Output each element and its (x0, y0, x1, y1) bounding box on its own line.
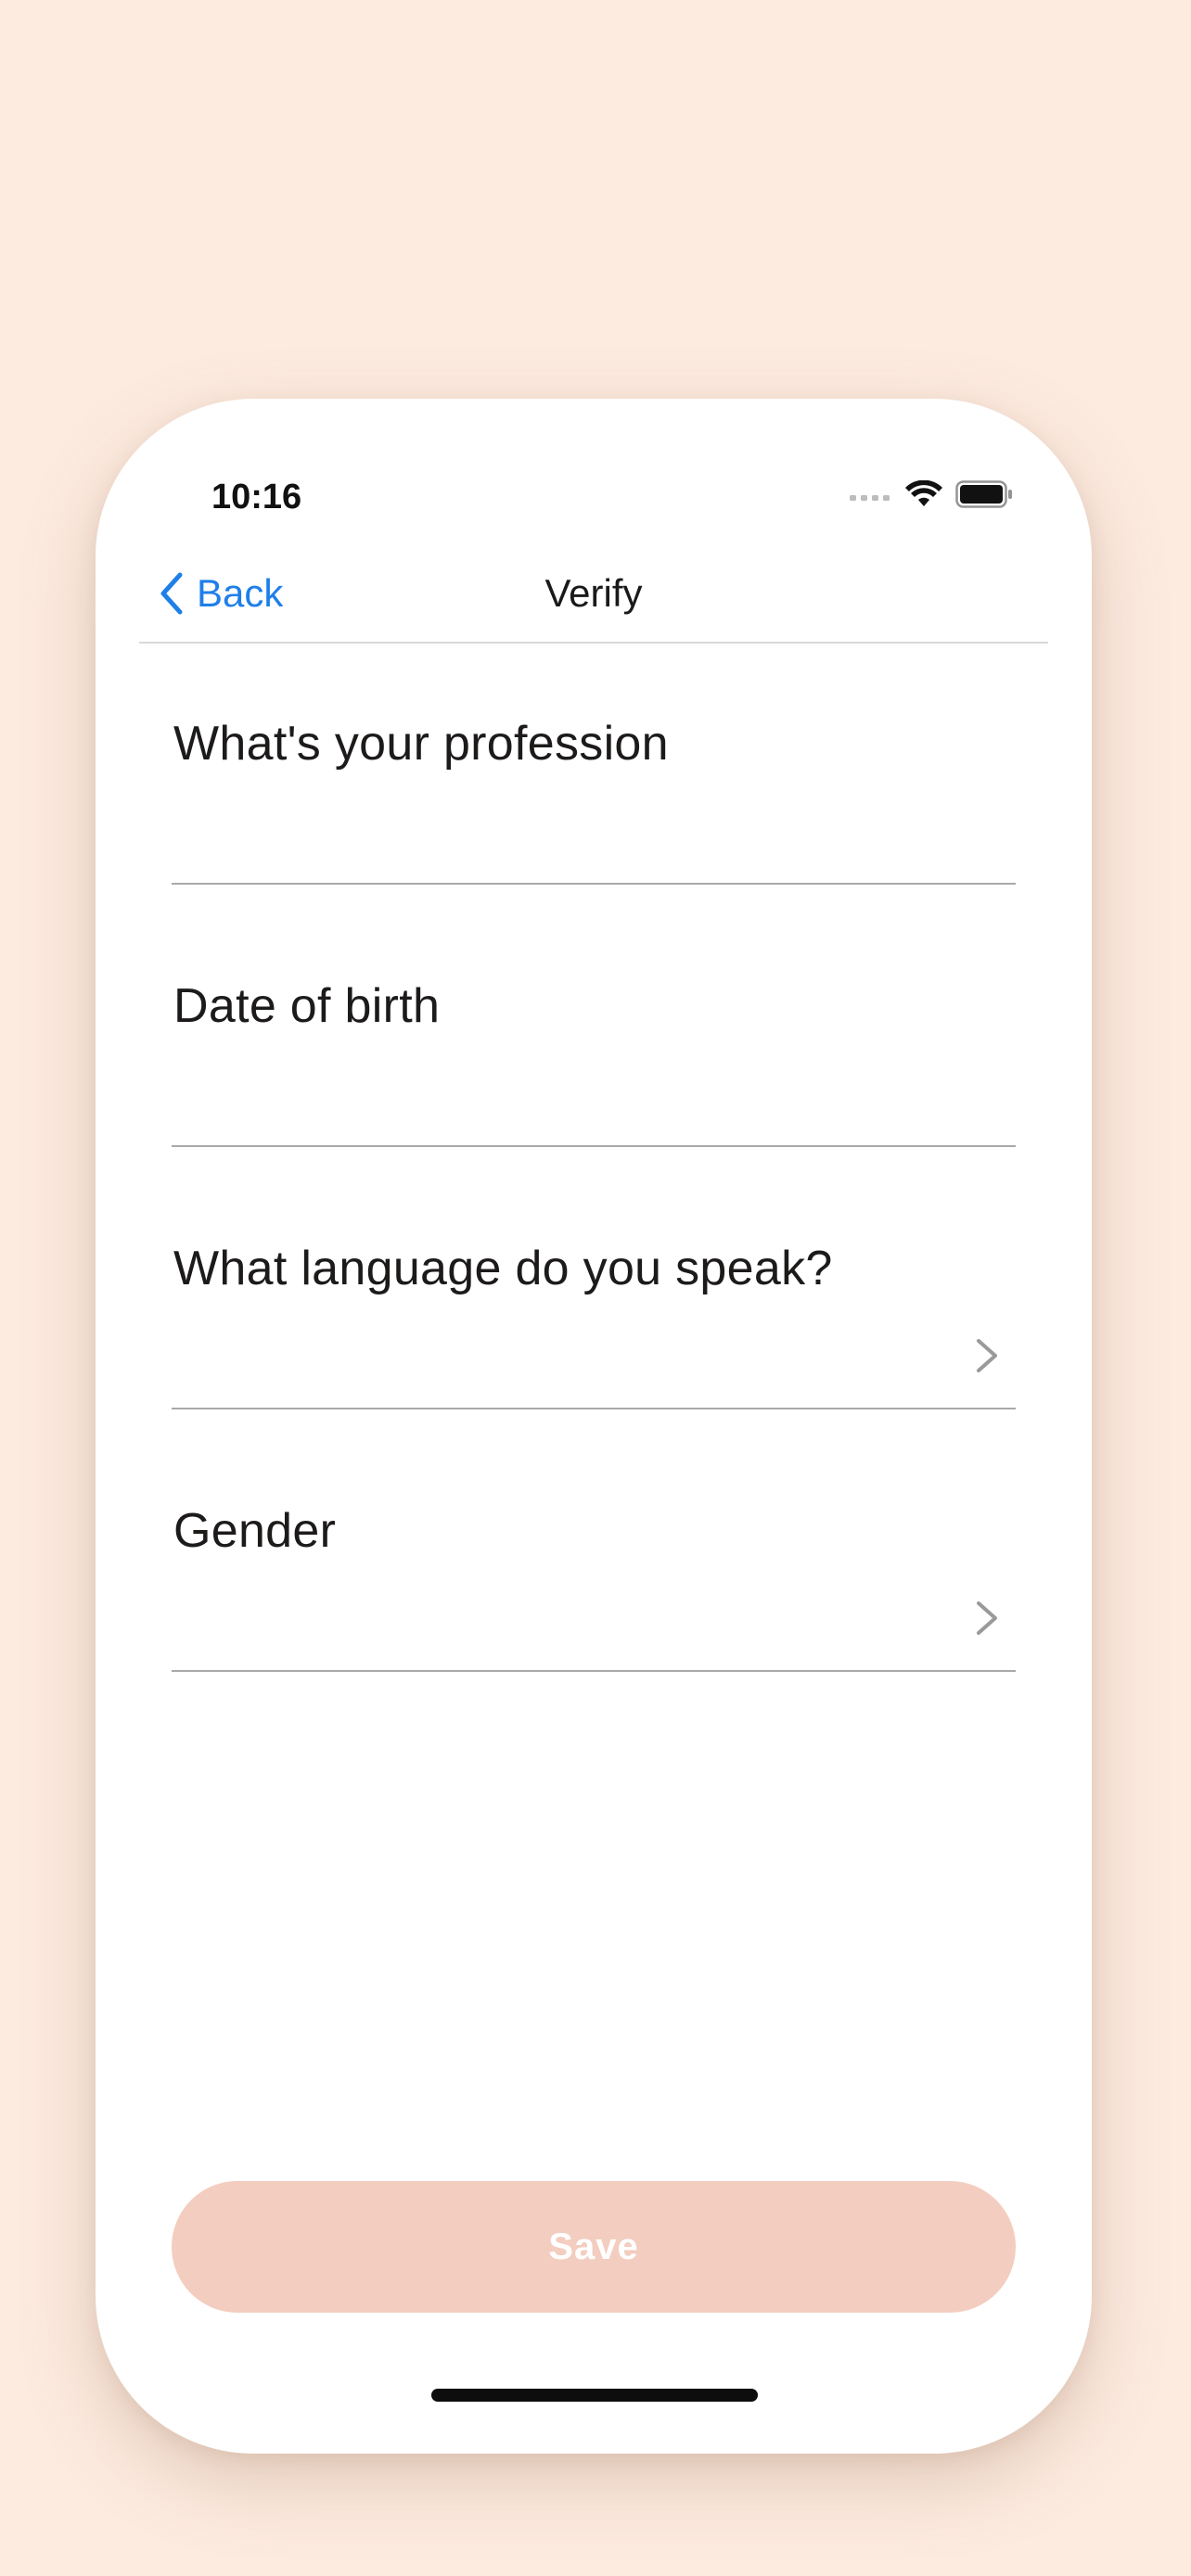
date-of-birth-field[interactable]: Date of birth (172, 978, 1016, 1147)
home-indicator (431, 2389, 758, 2402)
language-input[interactable] (172, 1337, 960, 1404)
gender-input[interactable] (172, 1600, 960, 1666)
battery-icon (955, 480, 1012, 508)
wifi-icon (905, 480, 942, 506)
language-label: What language do you speak? (173, 1242, 833, 1295)
chevron-right-icon (977, 1339, 997, 1372)
date-of-birth-input[interactable] (172, 1075, 960, 1141)
signal-icon (850, 495, 890, 501)
phone-screen: 10:16 Back Verify What's your profession… (96, 399, 1092, 2454)
navigation-bar: Back Verify (139, 547, 1048, 644)
profession-input[interactable] (172, 812, 960, 879)
gender-field[interactable]: Gender (172, 1503, 1016, 1672)
gender-label: Gender (173, 1504, 337, 1558)
chevron-right-icon (977, 1601, 997, 1635)
date-of-birth-label: Date of birth (173, 979, 441, 1033)
profession-field[interactable]: What's your profession (172, 716, 1016, 885)
page-title: Verify (544, 571, 643, 615)
save-button[interactable]: Save (172, 2181, 1016, 2313)
language-field[interactable]: What language do you speak? (172, 1241, 1016, 1409)
status-time: 10:16 (211, 478, 302, 516)
profession-label: What's your profession (173, 717, 669, 771)
status-icons (850, 480, 1013, 508)
